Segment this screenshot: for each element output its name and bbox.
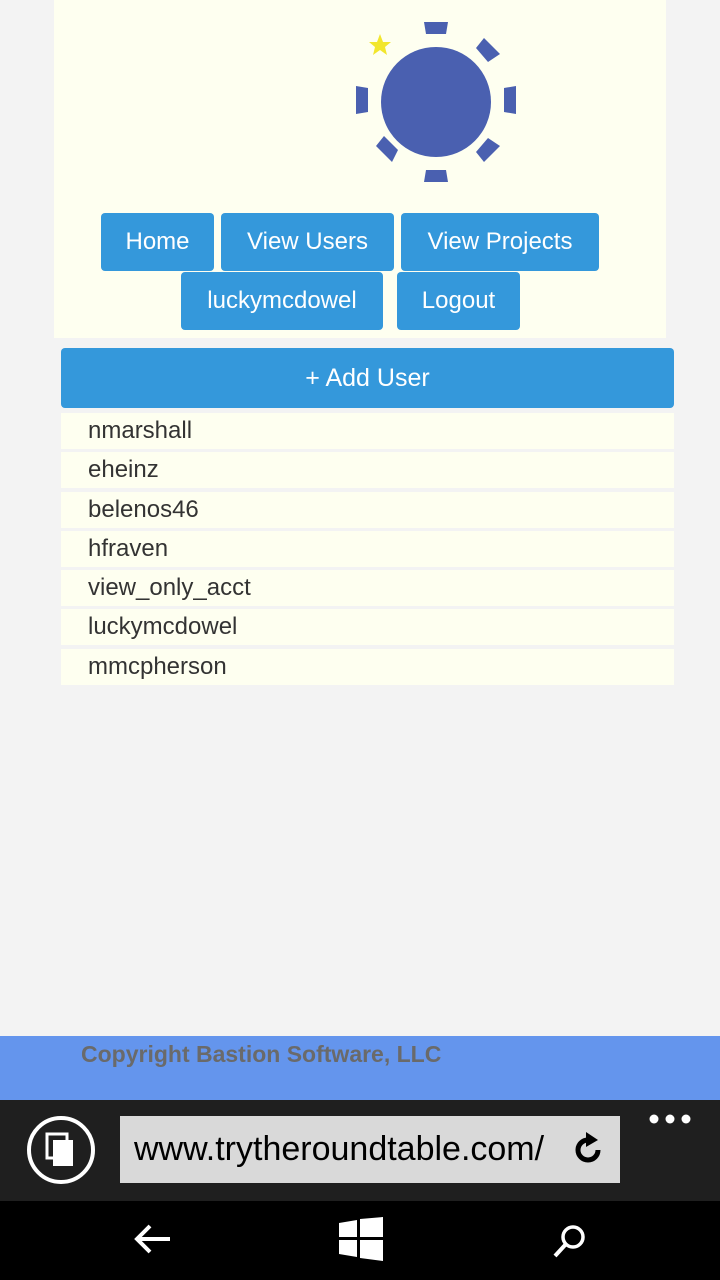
user-row[interactable]: hfraven bbox=[61, 530, 674, 567]
windows-icon[interactable] bbox=[339, 1217, 383, 1261]
user-row[interactable]: belenos46 bbox=[61, 491, 674, 528]
more-icon[interactable] bbox=[648, 1112, 692, 1126]
system-nav-bar bbox=[0, 1201, 720, 1280]
header-panel: Home View Users View Projects luckymcdow… bbox=[54, 0, 666, 338]
url-text: www.trytheroundtable.com/ bbox=[134, 1130, 545, 1168]
search-icon[interactable] bbox=[552, 1223, 588, 1259]
star-icon bbox=[369, 34, 391, 55]
logout-button[interactable]: Logout bbox=[397, 272, 520, 330]
user-row[interactable]: view_only_acct bbox=[61, 570, 674, 607]
user-row[interactable]: mmcpherson bbox=[61, 648, 674, 685]
user-row[interactable]: nmarshall bbox=[61, 413, 674, 449]
view-projects-button[interactable]: View Projects bbox=[401, 213, 599, 271]
round-table-logo bbox=[356, 22, 516, 182]
user-row[interactable]: eheinz bbox=[61, 452, 674, 489]
account-button[interactable]: luckymcdowel bbox=[181, 272, 383, 330]
back-arrow-icon[interactable] bbox=[134, 1223, 172, 1255]
tabs-icon[interactable] bbox=[27, 1116, 95, 1184]
copyright-text: Copyright Bastion Software, LLC bbox=[81, 1041, 442, 1067]
user-row[interactable]: luckymcdowel bbox=[61, 609, 674, 646]
home-button[interactable]: Home bbox=[101, 213, 214, 271]
reload-icon[interactable] bbox=[570, 1132, 606, 1168]
view-users-button[interactable]: View Users bbox=[221, 213, 394, 271]
address-bar[interactable]: www.trytheroundtable.com/ bbox=[120, 1116, 620, 1183]
user-list: nmarshall eheinz belenos46 hfraven view_… bbox=[61, 413, 674, 688]
add-user-button[interactable]: + Add User bbox=[61, 348, 674, 408]
browser-bar: www.trytheroundtable.com/ bbox=[0, 1100, 720, 1201]
footer: Copyright Bastion Software, LLC bbox=[0, 1036, 720, 1100]
